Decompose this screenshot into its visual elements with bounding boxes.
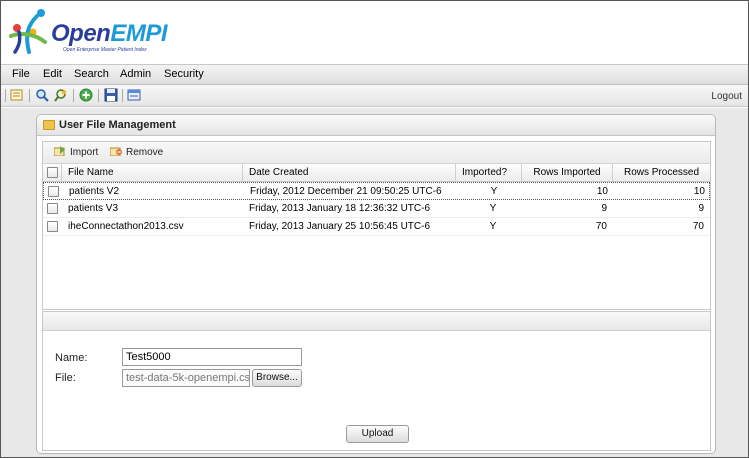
imported-cell: Y [490, 186, 498, 197]
content-area: User File Management Import Remove File … [1, 108, 748, 457]
date-created-cell: Friday, 2013 January 25 10:56:45 UTC-6 [249, 221, 431, 232]
logo-figure-icon [9, 9, 47, 54]
rows-imported-cell: 9 [601, 203, 607, 214]
remove-label: Remove [126, 147, 164, 158]
file-name-cell: iheConnectathon2013.csv [68, 221, 184, 232]
app-header: OpenEMPI Open Enterprise Master Patient … [1, 1, 748, 64]
user-file-management-panel: User File Management Import Remove File … [36, 114, 716, 454]
menu-file[interactable]: File [12, 68, 30, 80]
file-name-cell: patients V3 [68, 203, 119, 214]
column-header-imported[interactable]: Imported? [456, 164, 522, 182]
name-label: Name: [55, 352, 88, 364]
toolbar-separator [73, 89, 74, 102]
openempi-logo: OpenEMPI Open Enterprise Master Patient … [7, 6, 168, 58]
logout-link[interactable]: Logout [711, 91, 742, 102]
table-row[interactable]: iheConnectathon2013.csv Friday, 2013 Jan… [43, 218, 710, 236]
menu-edit[interactable]: Edit [43, 68, 62, 80]
toolbar-separator [5, 89, 6, 102]
remove-button[interactable]: Remove [110, 146, 163, 158]
column-header-date-created[interactable]: Date Created [243, 164, 456, 182]
row-checkbox[interactable] [47, 221, 58, 232]
main-toolbar: Logout [1, 85, 748, 107]
grid-toolbar: Import Remove [43, 142, 710, 164]
menu-admin[interactable]: Admin [120, 68, 151, 80]
date-created-cell: Friday, 2012 December 21 09:50:25 UTC-6 [250, 186, 442, 197]
rows-processed-cell: 10 [693, 186, 705, 197]
upload-button[interactable]: Upload [346, 425, 409, 443]
advanced-search-icon[interactable] [54, 88, 68, 102]
table-row[interactable]: patients V3 Friday, 2013 January 18 12:3… [43, 200, 710, 218]
date-created-cell: Friday, 2013 January 18 12:36:32 UTC-6 [249, 203, 431, 214]
rows-processed-cell: 9 [698, 203, 704, 214]
toolbar-separator [122, 89, 123, 102]
toolbar-separator [29, 89, 30, 102]
menu-bar: File Edit Search Admin Security [1, 64, 748, 85]
file-grid: Import Remove File Name Date Created Imp… [42, 141, 711, 310]
imported-cell: Y [489, 203, 497, 214]
panel-title: User File Management [59, 119, 176, 131]
upload-form: Name: Test5000 File: test-data-5k-openem… [42, 311, 711, 451]
row-checkbox[interactable] [48, 186, 59, 197]
search-icon[interactable] [35, 88, 49, 102]
column-header-rows-processed[interactable]: Rows Processed [613, 164, 710, 182]
import-button[interactable]: Import [54, 146, 98, 158]
rows-imported-cell: 70 [595, 221, 607, 232]
logo-wordmark-open: Open [51, 20, 111, 47]
logo-wordmark: OpenEMPI [51, 20, 168, 48]
grid-header-row: File Name Date Created Imported? Rows Im… [43, 164, 710, 182]
row-checkbox[interactable] [47, 203, 58, 214]
save-icon[interactable] [104, 88, 118, 102]
file-path-input[interactable]: test-data-5k-openempi.cs [122, 369, 250, 387]
table-row[interactable]: patients V2 Friday, 2012 December 21 09:… [43, 182, 710, 200]
rows-processed-cell: 70 [692, 221, 704, 232]
select-all-checkbox[interactable] [47, 167, 58, 178]
toolbar-separator [98, 89, 99, 102]
menu-security[interactable]: Security [164, 68, 204, 80]
edit-icon[interactable] [10, 88, 24, 102]
import-label: Import [70, 147, 99, 158]
folder-icon [43, 120, 55, 130]
file-label: File: [55, 372, 76, 384]
menu-search[interactable]: Search [74, 68, 109, 80]
rows-imported-cell: 10 [596, 186, 608, 197]
logo-tagline: Open Enterprise Master Patient Index [63, 47, 147, 53]
column-header-file-name[interactable]: File Name [62, 164, 243, 182]
imported-cell: Y [489, 221, 497, 232]
select-all-cell [43, 164, 62, 182]
upload-form-header [43, 312, 710, 331]
name-input[interactable]: Test5000 [122, 348, 302, 366]
logo-wordmark-empi: EMPI [110, 20, 168, 47]
import-icon [54, 146, 65, 156]
column-header-rows-imported[interactable]: Rows Imported [522, 164, 613, 182]
report-icon[interactable] [127, 88, 141, 102]
panel-header: User File Management [37, 115, 715, 136]
file-name-cell: patients V2 [69, 186, 120, 197]
add-icon[interactable] [79, 88, 93, 102]
browse-button[interactable]: Browse... [252, 369, 302, 387]
remove-icon [110, 147, 122, 156]
